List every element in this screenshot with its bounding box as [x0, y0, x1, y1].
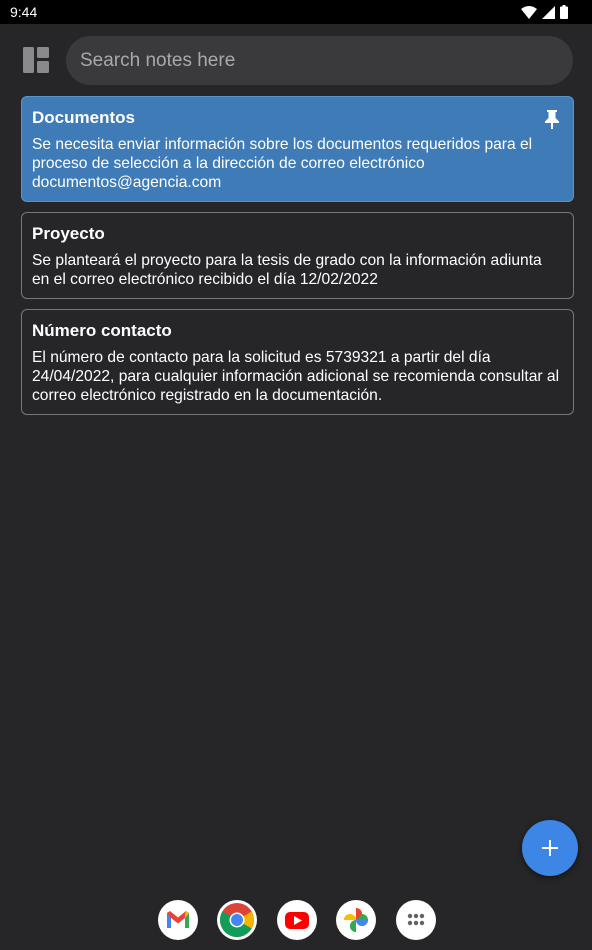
cellular-signal-icon [542, 5, 555, 19]
photos-icon [344, 908, 368, 932]
plus-icon [542, 840, 558, 856]
note-body: Se planteará el proyecto para la tesis d… [32, 252, 542, 288]
youtube-app[interactable] [277, 900, 317, 940]
note-card-proyecto[interactable]: Proyecto Se planteará el proyecto para l… [21, 212, 574, 299]
status-time: 9:44 [10, 4, 38, 20]
note-body: El número de contacto para la solicitud … [32, 349, 560, 404]
chrome-icon [220, 903, 254, 937]
battery-icon [560, 5, 568, 19]
notes-list: Documentos Se necesita enviar informació… [21, 96, 574, 415]
app-drawer-icon [407, 913, 425, 926]
note-title: Documentos [32, 108, 135, 127]
search-bar[interactable] [66, 36, 573, 85]
note-title: Número contacto [32, 321, 172, 340]
note-title: Proyecto [32, 224, 105, 243]
note-card-numero-contacto[interactable]: Número contacto El número de contacto pa… [21, 309, 574, 415]
note-body: Se necesita enviar información sobre los… [32, 136, 533, 191]
youtube-icon [285, 912, 309, 929]
pin-icon[interactable] [543, 109, 561, 129]
wifi-icon [521, 5, 537, 19]
layout-toggle-button[interactable] [22, 46, 50, 74]
app-drawer[interactable] [396, 900, 436, 940]
gmail-app[interactable] [158, 900, 198, 940]
app-dock [0, 900, 592, 940]
top-bar [0, 24, 592, 96]
status-bar: 9:44 [0, 0, 592, 24]
note-card-documentos[interactable]: Documentos Se necesita enviar informació… [21, 96, 574, 202]
add-note-button[interactable] [522, 820, 578, 876]
chrome-app[interactable] [217, 900, 257, 940]
search-input[interactable] [80, 49, 559, 72]
status-icons [521, 4, 568, 20]
photos-app[interactable] [336, 900, 376, 940]
gmail-icon [167, 911, 189, 928]
dashboard-layout-icon [23, 47, 49, 73]
